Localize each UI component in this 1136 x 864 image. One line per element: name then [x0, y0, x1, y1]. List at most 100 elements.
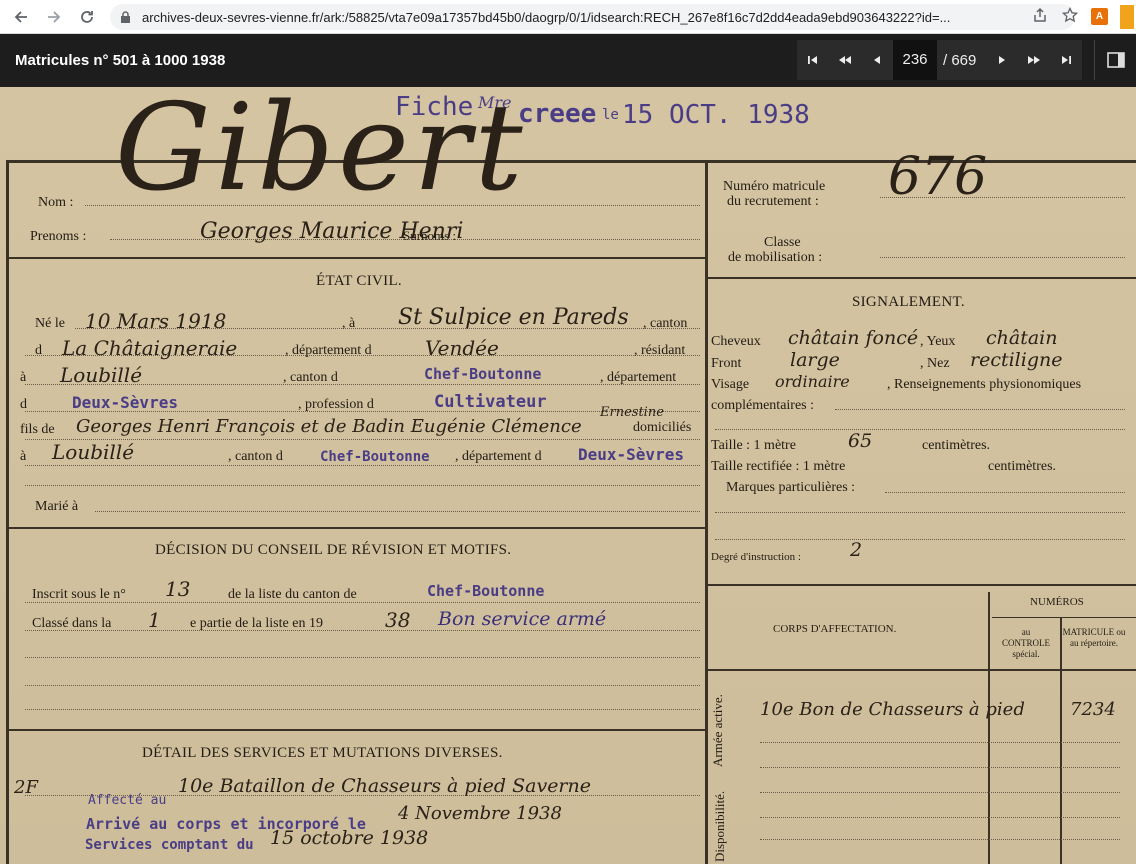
label-classe: Classe [764, 235, 801, 250]
birth-canton: La Châtaigneraie [62, 336, 238, 360]
dotted-line [25, 709, 700, 710]
corps-number: 7234 [1070, 699, 1116, 720]
register-page: Fiche Mre creee le 15 OCT. 1938 Gibert N… [0, 87, 1136, 864]
stamp-le: le [602, 107, 619, 123]
divider [9, 729, 705, 731]
au-controle-heading: au CONTROLE spécial. [1002, 627, 1050, 659]
divider [9, 257, 705, 259]
parents-canton-stamp: Chef-Boutonne [320, 449, 430, 465]
document-viewport[interactable]: Fiche Mre creee le 15 OCT. 1938 Gibert N… [0, 87, 1136, 864]
affecte-stamp: Affecté au [88, 793, 167, 808]
extension-icon-2[interactable] [1120, 5, 1134, 29]
front-value: large [790, 349, 840, 371]
dotted-line [885, 492, 1125, 493]
browser-toolbar: archives-deux-sevres-vienne.fr/ark:/5882… [0, 0, 1136, 34]
page-total: / 669 [943, 51, 977, 69]
bookmark-star-icon[interactable] [1061, 6, 1079, 27]
label-departement-d2: , département d [455, 449, 542, 464]
signalement-heading: SIGNALEMENT. [852, 294, 965, 310]
fast-forward-icon [1028, 56, 1041, 64]
label-d2: d [20, 397, 27, 412]
sidebar-toggle-button[interactable] [1094, 40, 1136, 80]
matricule-repertoire-heading: MATRICULE ou au répertoire. [1062, 627, 1126, 648]
inscrit-number: 13 [165, 577, 191, 601]
label-canton-d: , canton d [283, 370, 338, 385]
dotted-line [25, 630, 700, 631]
label-classe-dans: Classé dans la [32, 616, 112, 631]
dotted-line [715, 512, 1125, 513]
dotted-line [25, 657, 700, 658]
first-page-icon [808, 56, 817, 64]
label-de-mobilisation: de mobilisation : [728, 250, 823, 265]
label-a: , à [342, 316, 356, 331]
label-taille: Taille : 1 mètre [711, 438, 796, 453]
next-page-button[interactable] [986, 40, 1018, 80]
residence-value: Loubillé [60, 363, 143, 387]
dotted-line [760, 767, 1120, 768]
birth-date: 10 Mars 1918 [85, 309, 227, 333]
page-number-input[interactable]: 236 [893, 40, 937, 80]
label-marques: Marques particulières : [726, 480, 856, 495]
label-cheveux: Cheveux [711, 334, 761, 349]
surname-handwriting: Gibert [115, 87, 527, 218]
label-fils-de: fils de [20, 422, 55, 437]
last-page-button[interactable] [1050, 40, 1082, 80]
label-domicilies: domiciliés [633, 420, 692, 435]
next-ten-button[interactable] [1018, 40, 1050, 80]
divider [9, 527, 705, 529]
dotted-line [715, 539, 1125, 540]
lock-icon [120, 11, 132, 23]
first-page-button[interactable] [797, 40, 829, 80]
label-profession: , profession d [298, 397, 374, 412]
label-a2: à [20, 370, 27, 385]
stamp-creee: creee [518, 99, 597, 129]
decision-heading: DÉCISION DU CONSEIL DE RÉVISION ET MOTIF… [155, 542, 512, 558]
armee-active-label: Armée active. [710, 694, 725, 767]
divider [708, 584, 1136, 586]
degre-value: 2 [850, 539, 863, 561]
services-stamp: Services comptant du [85, 837, 254, 853]
cheveux-value: châtain foncé [788, 327, 919, 349]
label-visage: Visage [711, 377, 750, 392]
dotted-line [715, 429, 1125, 430]
dotted-line [760, 792, 1120, 793]
label-departement-d: , département d [285, 343, 372, 358]
prev-page-button[interactable] [861, 40, 893, 80]
parents-extra: Ernestine [600, 405, 664, 420]
label-prenoms: Prenoms : [30, 229, 87, 244]
extension-icon[interactable]: A [1091, 8, 1108, 25]
dotted-line [25, 485, 700, 486]
divider [988, 592, 990, 864]
share-icon[interactable] [1032, 7, 1048, 27]
prev-icon [874, 56, 880, 64]
prev-ten-button[interactable] [829, 40, 861, 80]
dotted-line [835, 409, 1125, 410]
document-title: Matricules n° 501 à 1000 1938 [15, 52, 226, 69]
classe-number: 1 [148, 608, 161, 632]
dotted-line [25, 685, 700, 686]
back-icon[interactable] [6, 2, 36, 32]
yeux-value: châtain [986, 327, 1058, 349]
label-resident: , résidant [634, 343, 686, 358]
label-inscrit: Inscrit sous le n° [32, 587, 126, 602]
label-liste-canton: de la liste du canton de [228, 587, 357, 602]
label-complementaires: complémentaires : [711, 398, 815, 413]
column-divider [705, 160, 708, 864]
address-bar[interactable]: archives-deux-sevres-vienne.fr/ark:/5882… [110, 4, 1075, 30]
disponibilite-label: Disponibilité. [712, 790, 727, 862]
reload-icon[interactable] [72, 2, 102, 32]
divider [1060, 617, 1062, 864]
label-centimetres: centimètres. [922, 438, 991, 453]
parents-place: Loubillé [52, 440, 135, 464]
corps-affectation-heading: CORPS D'AFFECTATION. [773, 623, 897, 635]
label-renseignements: , Renseignements physionomiques [887, 377, 1082, 392]
label-nom: Nom : [38, 195, 74, 210]
forward-icon[interactable] [39, 2, 69, 32]
label-marie-a: Marié à [35, 499, 79, 514]
label-nez: , Nez [920, 356, 950, 371]
profession-stamp: Cultivateur [434, 392, 547, 412]
dotted-line [880, 257, 1125, 258]
residence-canton-stamp: Chef-Boutonne [424, 365, 542, 383]
dotted-line [760, 839, 1120, 840]
corps-value: 10e Bon de Chasseurs à pied [760, 699, 1025, 720]
